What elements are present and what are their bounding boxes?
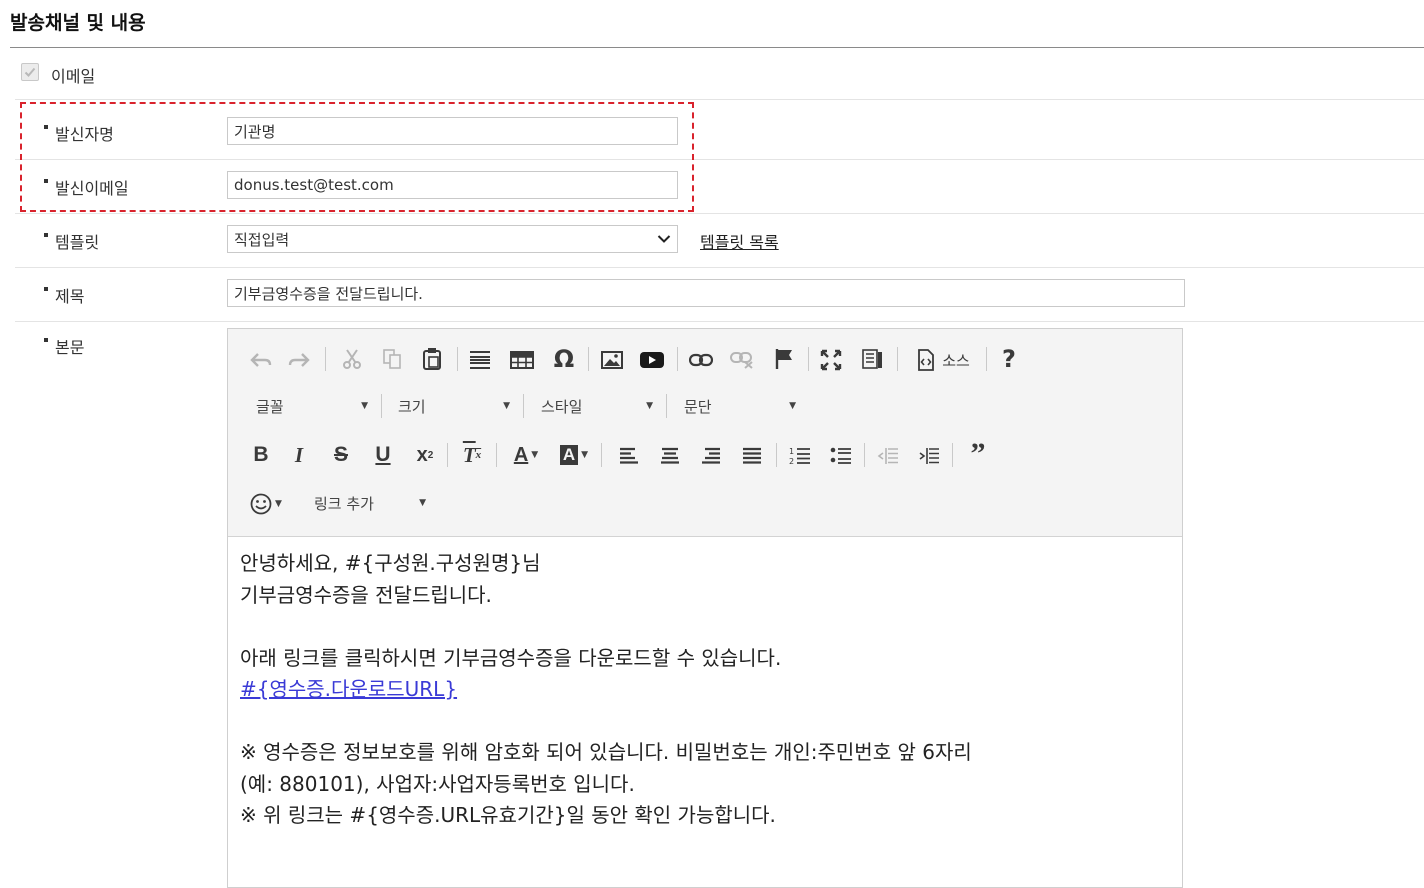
image-icon[interactable] (598, 347, 626, 373)
help-icon[interactable]: ? (996, 344, 1022, 374)
row-divider (15, 267, 1424, 268)
download-url-link[interactable]: #{영수증.다운로드URL} (240, 677, 457, 701)
caret-down-icon: ▼ (646, 401, 653, 411)
anchor-flag-icon[interactable] (771, 346, 797, 372)
content-line: 아래 링크를 클릭하시면 기부금영수증을 다운로드할 수 있습니다. (240, 645, 782, 670)
style-combo[interactable]: 스타일 ▼ (541, 394, 653, 418)
content-line: 안녕하세요, #{구성원.구성원명}님 (240, 551, 541, 575)
caret-down-icon: ▼ (789, 401, 796, 411)
title-divider (10, 47, 1424, 48)
youtube-icon[interactable] (638, 347, 666, 373)
unlink-icon[interactable] (728, 347, 756, 373)
chevron-down-icon (657, 235, 671, 243)
caret-down-icon: ▼ (361, 401, 368, 411)
blockquote-icon[interactable]: ” (964, 437, 992, 470)
row-divider (15, 99, 1424, 100)
redo-icon[interactable] (286, 347, 312, 373)
font-combo[interactable]: 글꼴 ▼ (256, 394, 368, 418)
bulleted-list-icon[interactable] (828, 443, 854, 469)
italic-icon[interactable]: I (286, 441, 312, 469)
align-left-icon[interactable] (616, 443, 642, 469)
cut-icon[interactable] (339, 346, 365, 372)
undo-icon[interactable] (248, 347, 274, 373)
remove-format-icon[interactable]: Tx (458, 441, 486, 469)
maximize-icon[interactable] (818, 347, 844, 373)
svg-text:1: 1 (789, 447, 794, 456)
emoji-icon[interactable]: ▼ (246, 490, 286, 518)
table-icon[interactable] (508, 347, 536, 373)
paste-icon[interactable] (419, 345, 445, 373)
row-divider (15, 321, 1424, 322)
check-icon (24, 67, 36, 77)
align-right-icon[interactable] (698, 443, 724, 469)
content-line: (예: 880101), 사업자:사업자등록번호 입니다. (240, 771, 635, 796)
template-selected-value: 직접입력 (234, 230, 290, 249)
text-color-icon[interactable]: A ▼ (506, 441, 546, 469)
template-label: 템플릿 (44, 229, 99, 253)
email-channel-label: 이메일 (51, 67, 96, 86)
section-title: 발송채널 및 내용 (10, 12, 146, 34)
source-button[interactable]: 소스 (908, 346, 978, 374)
strikethrough-icon[interactable]: S (328, 441, 354, 469)
show-blocks-icon[interactable] (859, 346, 885, 372)
superscript-icon[interactable]: x2 (411, 441, 439, 469)
outdent-icon[interactable] (875, 443, 901, 469)
content-line: ※ 위 링크는 #{영수증.URL유효기간}일 동안 확인 가능합니다. (240, 803, 776, 827)
template-select[interactable]: 직접입력 (227, 225, 678, 253)
row-divider (15, 213, 1424, 214)
background-color-icon[interactable]: A ▼ (554, 441, 594, 469)
link-icon[interactable] (687, 347, 715, 373)
rich-text-editor[interactable]: Ω 소스 ? 글꼴 ▼ 크기 ▼ 스타일 ▼ 문단 ▼ B I S U x 2 … (227, 328, 1183, 888)
add-link-combo[interactable]: 링크 추가 ▼ (314, 491, 426, 515)
source-icon (918, 349, 935, 371)
subject-label: 제목 (44, 283, 84, 307)
template-list-link[interactable]: 템플릿 목록 (700, 229, 779, 253)
copy-icon[interactable] (379, 346, 405, 372)
caret-down-icon: ▼ (419, 498, 426, 508)
svg-text:2: 2 (789, 457, 794, 466)
indent-icon[interactable] (916, 443, 942, 469)
highlight-box (20, 102, 694, 212)
content-line: ※ 영수증은 정보보호를 위해 암호화 되어 있습니다. 비밀번호는 개인:주민… (240, 740, 972, 764)
align-center-icon[interactable] (657, 443, 683, 469)
underline-icon[interactable]: U (370, 441, 396, 469)
horizontal-line-icon[interactable] (467, 347, 493, 373)
editor-content[interactable]: 안녕하세요, #{구성원.구성원명}님 기부금영수증을 전달드립니다. 아래 링… (228, 536, 1182, 844)
content-line: 기부금영수증을 전달드립니다. (240, 582, 492, 607)
numbered-list-icon[interactable]: 12 (787, 443, 813, 469)
subject-input[interactable] (227, 279, 1185, 307)
caret-down-icon: ▼ (503, 401, 510, 411)
special-char-icon[interactable]: Ω (550, 345, 578, 373)
align-justify-icon[interactable] (739, 443, 765, 469)
editor-toolbar: Ω 소스 ? 글꼴 ▼ 크기 ▼ 스타일 ▼ 문단 ▼ B I S U x 2 … (228, 329, 1182, 537)
email-channel-checkbox[interactable] (21, 63, 39, 81)
size-combo[interactable]: 크기 ▼ (398, 394, 510, 418)
format-combo[interactable]: 문단 ▼ (684, 394, 796, 418)
body-label: 본문 (44, 334, 84, 358)
bold-icon[interactable]: B (248, 441, 274, 469)
